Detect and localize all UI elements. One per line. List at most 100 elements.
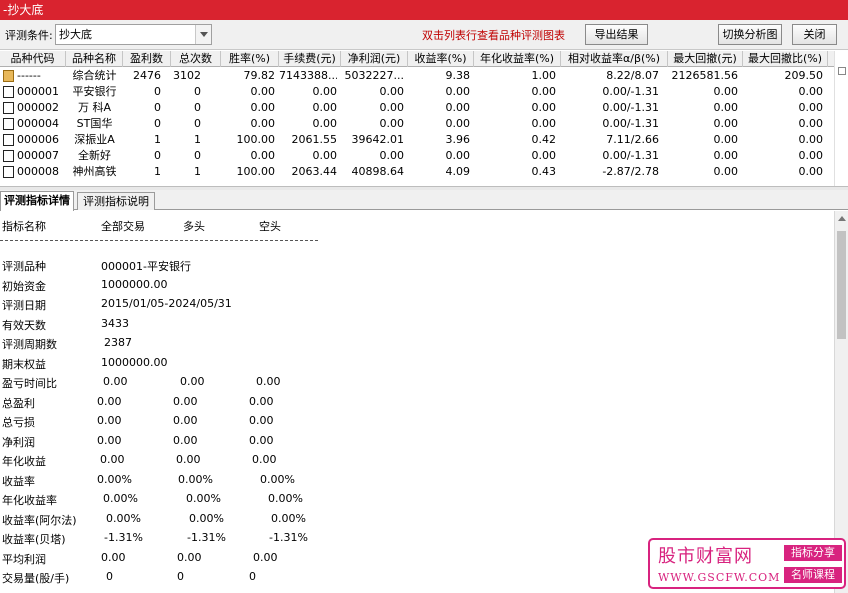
metric-label: 总盈利: [2, 397, 35, 410]
table-cell: 40898.64: [351, 165, 405, 178]
watermark-url: WWW.GSCFW.COM: [658, 571, 781, 584]
column-header[interactable]: 品种代码: [0, 51, 66, 67]
column-header[interactable]: 年化收益率(%): [474, 51, 561, 67]
column-header[interactable]: 总次数: [171, 51, 221, 67]
column-header[interactable]: 最大回撤(元): [668, 51, 743, 67]
condition-select[interactable]: 抄大底: [55, 24, 212, 45]
table-row[interactable]: 000007 全新好 0 0 0.00 0.00 0.00 0.00 0.00 0.00/-1.3…: [0, 148, 834, 163]
detail-scrollbar[interactable]: [834, 211, 848, 593]
row-checkbox[interactable]: [3, 102, 14, 114]
toolbar: 评测条件: 抄大底 双击列表行查看品种评测图表 导出结果 切换分析图 关闭: [0, 20, 848, 50]
chevron-down-icon[interactable]: [195, 25, 211, 44]
table-cell: 3.96: [445, 133, 471, 146]
table-cell: 0.00: [379, 101, 405, 114]
detail-header-all: 全部交易: [101, 220, 145, 233]
row-checkbox[interactable]: [3, 134, 14, 146]
metric-value: 0.00: [97, 414, 122, 427]
divider: [0, 240, 318, 241]
code-text: 000004: [17, 117, 59, 130]
scroll-up-icon[interactable]: [838, 216, 846, 221]
table-row[interactable]: 000001 平安银行 0 0 0.00 0.00 0.00 0.00 0.00 0.00/-1.…: [0, 84, 834, 99]
table-cell: 0.00: [798, 165, 824, 178]
table-cell: 2063.44: [291, 165, 338, 178]
table-row[interactable]: 000006 深振业A 1 1 100.00 2061.55 39642.01 3.96 0.4…: [0, 132, 834, 147]
table-cell: 1: [194, 165, 201, 178]
results-table: 品种代码 品种名称 盈利数 总次数 胜率(%) 手续费(元) 净利润(元) 收益…: [0, 51, 834, 186]
metric-value: 0.00%: [271, 512, 306, 525]
code-cell: 000006: [0, 132, 66, 147]
detail-value: 000001-平安银行: [101, 260, 191, 273]
table-cell: 9.38: [445, 69, 471, 82]
table-cell: 0.00: [379, 117, 405, 130]
metrics-detail-panel: 指标名称 全部交易 多头 空头 评测品种 000001-平安银行 初始资金 10000…: [0, 211, 834, 593]
code-text: 000008: [17, 165, 59, 178]
table-cell: 全新好: [78, 149, 111, 162]
table-cell: 0.00: [250, 117, 276, 130]
table-cell: 5032227...: [344, 69, 404, 82]
metric-label: 年化收益: [2, 455, 46, 468]
code-cell: 000002: [0, 100, 66, 115]
row-checkbox[interactable]: [3, 118, 14, 130]
table-cell: 0.42: [531, 133, 557, 146]
table-row[interactable]: 000004 ST国华 0 0 0.00 0.00 0.00 0.00 0.00 0.00/-1.…: [0, 116, 834, 131]
metric-value: 0.00%: [178, 473, 213, 486]
table-cell: 0.00: [798, 85, 824, 98]
detail-value: 1000000.00: [101, 278, 168, 291]
table-cell: 1.00: [531, 69, 557, 82]
table-header: 品种代码 品种名称 盈利数 总次数 胜率(%) 手续费(元) 净利润(元) 收益…: [0, 51, 834, 67]
table-cell: 0.00: [250, 149, 276, 162]
table-row[interactable]: ------ 综合统计 2476 3102 79.82 7143388.... 503222…: [0, 68, 834, 83]
table-cell: 0: [154, 149, 161, 162]
detail-value: 2015/01/05-2024/05/31: [101, 297, 232, 310]
table-cell: 39642.01: [351, 133, 405, 146]
code-cell: 000004: [0, 116, 66, 131]
column-header[interactable]: 胜率(%): [221, 51, 279, 67]
tab-metrics-detail[interactable]: 评测指标详情: [0, 191, 74, 211]
table-row[interactable]: 000002 万 科A 0 0 0.00 0.00 0.00 0.00 0.00 0.00/-1.…: [0, 100, 834, 115]
code-cell: 000007: [0, 148, 66, 163]
table-cell: 0.00/-1.31: [602, 101, 659, 114]
row-checkbox[interactable]: [3, 166, 14, 178]
metric-value: 0: [177, 570, 184, 583]
table-cell: 0.00: [798, 133, 824, 146]
table-cell: 1: [154, 133, 161, 146]
table-scrollbar[interactable]: [834, 51, 848, 186]
table-cell: 0.00/-1.31: [602, 85, 659, 98]
watermark-tag-share: 指标分享: [784, 545, 842, 561]
condition-label: 评测条件:: [5, 29, 53, 42]
code-cell: 000008: [0, 164, 66, 179]
detail-label: 评测日期: [2, 299, 46, 312]
table-cell: 0.00: [713, 101, 739, 114]
column-header[interactable]: 盈利数: [123, 51, 171, 67]
column-header[interactable]: 最大回撤比(%): [743, 51, 828, 67]
table-row[interactable]: 000008 神州高铁 1 1 100.00 2063.44 40898.64 4.09 0.4…: [0, 164, 834, 179]
table-cell: 0: [194, 149, 201, 162]
code-text: 000006: [17, 133, 59, 146]
scroll-thumb[interactable]: [837, 231, 846, 339]
switch-chart-button[interactable]: 切换分析图: [718, 24, 782, 45]
metric-value: 0: [106, 570, 113, 583]
metric-value: 0.00: [173, 395, 198, 408]
table-cell: 0.00: [798, 117, 824, 130]
code-text: 000002: [17, 101, 59, 114]
row-checkbox[interactable]: [3, 150, 14, 162]
row-checkbox[interactable]: [3, 86, 14, 98]
tab-metrics-description[interactable]: 评测指标说明: [77, 192, 155, 210]
table-cell: 100.00: [236, 165, 276, 178]
column-header[interactable]: 净利润(元): [341, 51, 408, 67]
column-header[interactable]: 手续费(元): [279, 51, 341, 67]
table-cell: 2061.55: [291, 133, 338, 146]
column-header[interactable]: 相对收益率α/β(%): [561, 51, 668, 67]
table-cell: 0.00: [312, 101, 338, 114]
column-header[interactable]: 品种名称: [66, 51, 123, 67]
table-cell: 0.00: [445, 117, 471, 130]
export-button[interactable]: 导出结果: [585, 24, 648, 45]
column-header[interactable]: 收益率(%): [408, 51, 474, 67]
close-button[interactable]: 关闭: [792, 24, 837, 45]
metric-label: 净利润: [2, 436, 35, 449]
metric-label: 盈亏时间比: [2, 377, 57, 390]
table-cell: 0.00: [531, 101, 557, 114]
table-cell: 深振业A: [74, 133, 115, 146]
metric-value: -1.31%: [187, 531, 226, 544]
metric-label: 收益率: [2, 475, 35, 488]
